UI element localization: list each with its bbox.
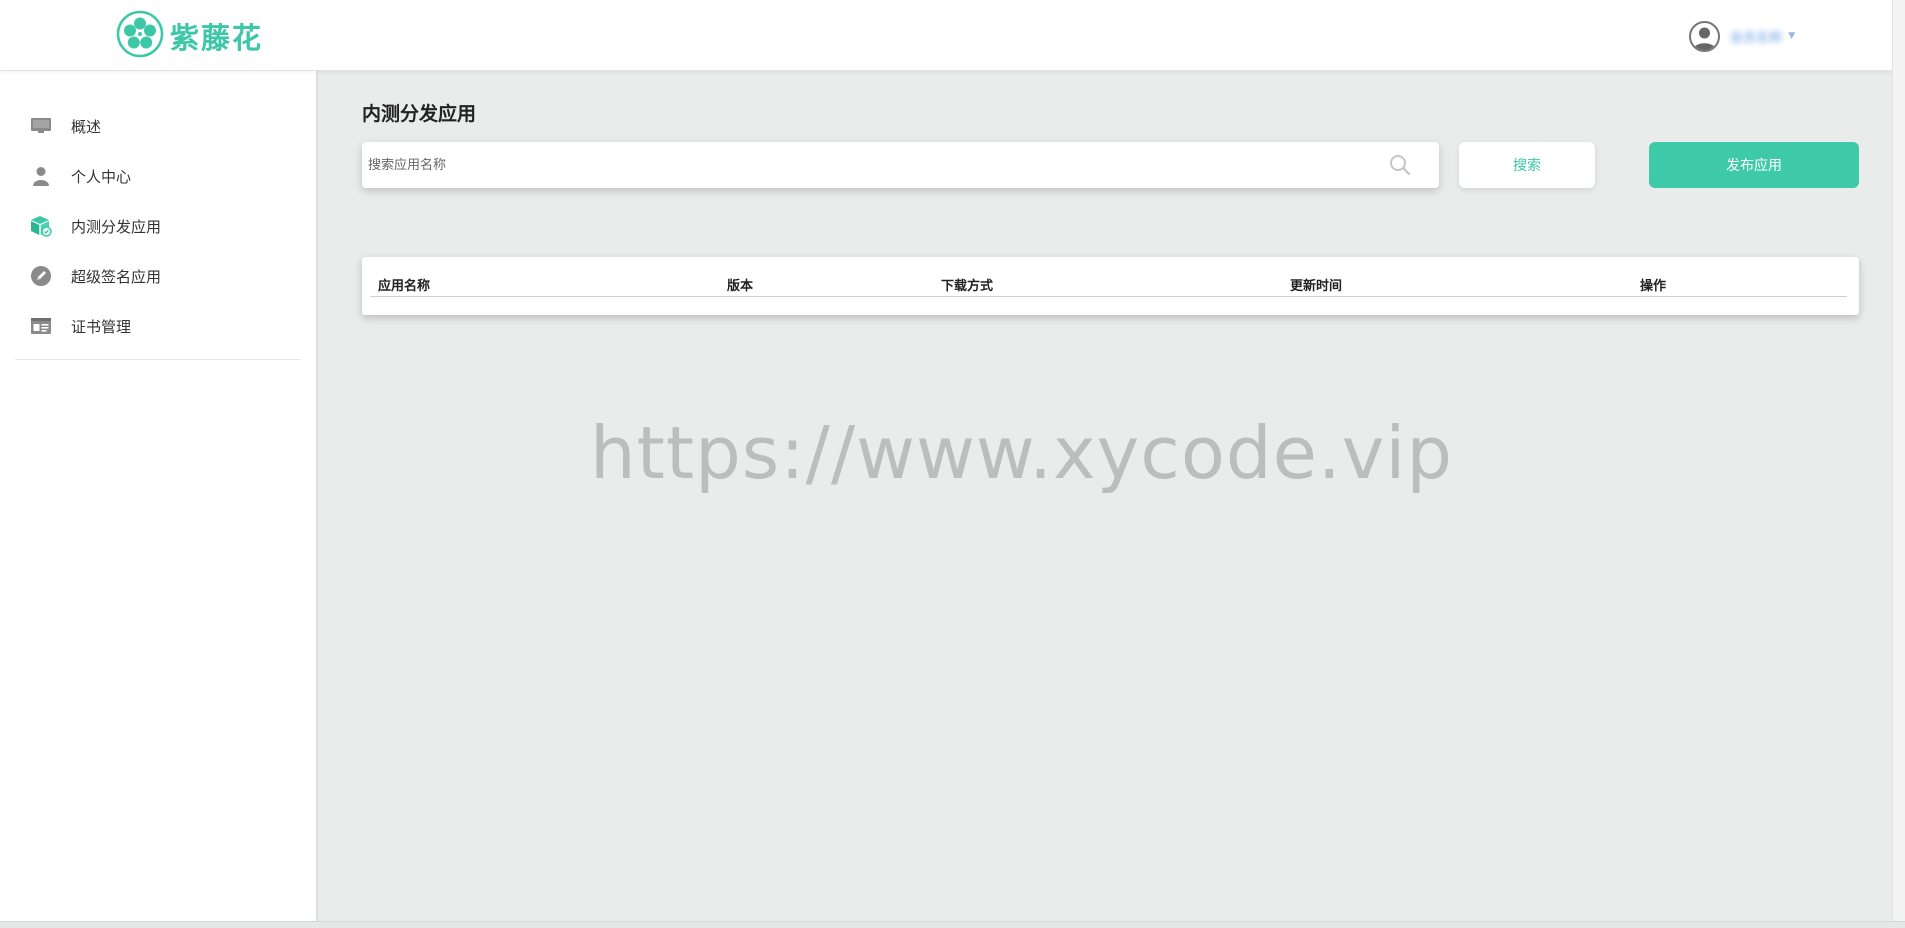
- pen-icon: [30, 265, 52, 287]
- sidebar-item-label: 证书管理: [71, 317, 132, 336]
- user-name[interactable]: 会员名称: [1730, 27, 1782, 46]
- watermark: https://www.xycode.vip: [590, 411, 1454, 495]
- sidebar-item-label: 超级签名应用: [71, 267, 162, 286]
- sidebar-item-certificates[interactable]: 证书管理: [0, 301, 316, 351]
- apps-table: 应用名称 版本 下载方式 更新时间 操作: [362, 257, 1859, 315]
- sidebar: 概述 个人中心 内测分发应用 超级签名应用 证书管理: [0, 71, 318, 921]
- publish-app-button[interactable]: 发布应用: [1649, 142, 1859, 188]
- bottom-status-bar: [0, 921, 1905, 928]
- caret-down-icon[interactable]: ▼: [1788, 31, 1795, 41]
- search-input[interactable]: [362, 142, 1439, 188]
- sidebar-nav: 概述 个人中心 内测分发应用 超级签名应用 证书管理: [0, 71, 316, 351]
- search-icon[interactable]: [1389, 154, 1411, 176]
- user-avatar-icon[interactable]: [1689, 20, 1721, 52]
- column-header-actions: 操作: [1640, 279, 1667, 294]
- sidebar-item-label: 概述: [71, 117, 102, 136]
- column-header-app-name: 应用名称: [378, 279, 431, 294]
- sidebar-item-profile[interactable]: 个人中心: [0, 151, 316, 201]
- package-box-icon: [30, 215, 52, 237]
- sidebar-item-beta-distribution[interactable]: 内测分发应用: [0, 201, 316, 251]
- search-button[interactable]: 搜索: [1459, 142, 1595, 188]
- sidebar-item-overview[interactable]: 概述: [0, 101, 316, 151]
- column-header-version: 版本: [727, 279, 754, 294]
- table-header: 应用名称 版本 下载方式 更新时间 操作: [370, 271, 1847, 297]
- brand-name: 紫藤花: [170, 21, 264, 55]
- search-box: [362, 142, 1439, 188]
- monitor-icon: [30, 115, 52, 137]
- sidebar-item-label: 内测分发应用: [71, 217, 162, 236]
- top-header: 紫藤花 会员名称 ▼: [0, 0, 1905, 71]
- page-title: 内测分发应用: [362, 103, 477, 125]
- id-card-icon: [30, 315, 52, 337]
- person-icon: [30, 165, 52, 187]
- column-header-updated-time: 更新时间: [1290, 279, 1343, 294]
- sidebar-divider: [15, 359, 301, 360]
- sidebar-item-label: 个人中心: [71, 167, 132, 186]
- vertical-scrollbar[interactable]: [1892, 0, 1905, 921]
- user-menu[interactable]: 会员名称 ▼: [1689, 20, 1795, 52]
- main-content: 内测分发应用 搜索 发布应用 应用名称 版本 下载方式 更新时间 操作 http…: [320, 71, 1905, 921]
- column-header-download-method: 下载方式: [941, 279, 994, 294]
- brand-logo[interactable]: 紫藤花: [116, 10, 264, 62]
- flower-logo-icon: [116, 10, 164, 62]
- sidebar-item-super-signature[interactable]: 超级签名应用: [0, 251, 316, 301]
